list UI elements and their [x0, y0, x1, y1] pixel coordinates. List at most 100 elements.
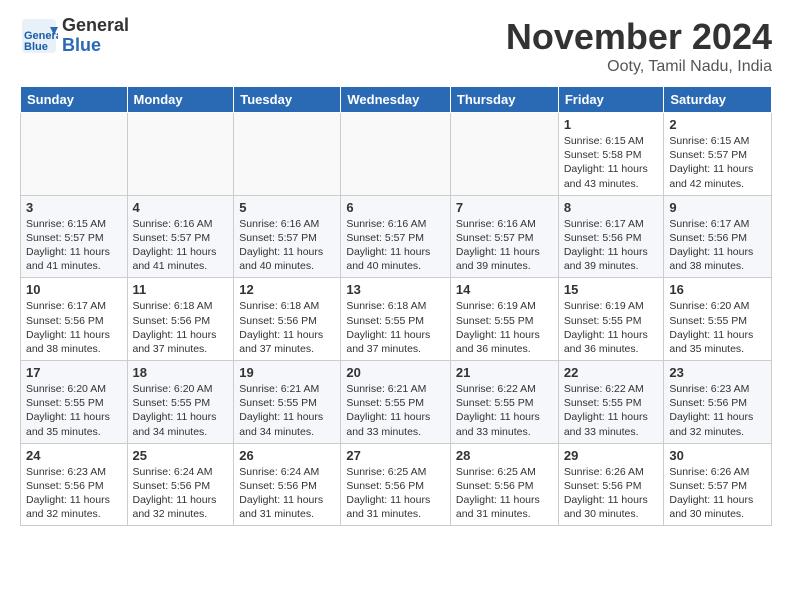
sunset-label: Sunset: 5:55 PM: [564, 397, 642, 409]
daylight-label: Daylight: 11 hours and 32 minutes.: [669, 411, 753, 437]
daylight-label: Daylight: 11 hours and 35 minutes.: [26, 411, 110, 437]
daylight-label: Daylight: 11 hours and 33 minutes.: [346, 411, 430, 437]
sunset-label: Sunset: 5:56 PM: [26, 315, 104, 327]
day-number: 19: [239, 365, 335, 380]
page: General Blue General Blue November 2024 …: [0, 0, 792, 536]
week-row-3: 10Sunrise: 6:17 AMSunset: 5:56 PMDayligh…: [21, 278, 772, 361]
day-number: 5: [239, 200, 335, 215]
daylight-label: Daylight: 11 hours and 35 minutes.: [669, 329, 753, 355]
daylight-label: Daylight: 11 hours and 36 minutes.: [456, 329, 540, 355]
header-row: SundayMondayTuesdayWednesdayThursdayFrid…: [21, 87, 772, 113]
day-cell: 26Sunrise: 6:24 AMSunset: 5:56 PMDayligh…: [234, 443, 341, 526]
day-cell: 17Sunrise: 6:20 AMSunset: 5:55 PMDayligh…: [21, 361, 128, 444]
day-number: 15: [564, 282, 659, 297]
day-info: Sunrise: 6:19 AMSunset: 5:55 PMDaylight:…: [564, 299, 659, 356]
day-number: 2: [669, 117, 766, 132]
day-cell: 10Sunrise: 6:17 AMSunset: 5:56 PMDayligh…: [21, 278, 128, 361]
day-cell: 16Sunrise: 6:20 AMSunset: 5:55 PMDayligh…: [664, 278, 772, 361]
day-info: Sunrise: 6:25 AMSunset: 5:56 PMDaylight:…: [456, 465, 553, 522]
day-info: Sunrise: 6:16 AMSunset: 5:57 PMDaylight:…: [346, 217, 445, 274]
sunrise-label: Sunrise: 6:21 AM: [239, 383, 319, 395]
daylight-label: Daylight: 11 hours and 33 minutes.: [564, 411, 648, 437]
day-cell: 18Sunrise: 6:20 AMSunset: 5:55 PMDayligh…: [127, 361, 234, 444]
day-number: 29: [564, 448, 659, 463]
sunrise-label: Sunrise: 6:24 AM: [133, 466, 213, 478]
sunrise-label: Sunrise: 6:22 AM: [564, 383, 644, 395]
daylight-label: Daylight: 11 hours and 32 minutes.: [133, 494, 217, 520]
daylight-label: Daylight: 11 hours and 37 minutes.: [239, 329, 323, 355]
sunset-label: Sunset: 5:58 PM: [564, 149, 642, 161]
day-info: Sunrise: 6:15 AMSunset: 5:57 PMDaylight:…: [26, 217, 122, 274]
logo-text: General Blue: [62, 16, 129, 56]
daylight-label: Daylight: 11 hours and 32 minutes.: [26, 494, 110, 520]
daylight-label: Daylight: 11 hours and 31 minutes.: [239, 494, 323, 520]
day-cell: [341, 113, 451, 196]
week-row-4: 17Sunrise: 6:20 AMSunset: 5:55 PMDayligh…: [21, 361, 772, 444]
day-number: 6: [346, 200, 445, 215]
daylight-label: Daylight: 11 hours and 37 minutes.: [346, 329, 430, 355]
daylight-label: Daylight: 11 hours and 30 minutes.: [564, 494, 648, 520]
daylight-label: Daylight: 11 hours and 41 minutes.: [133, 246, 217, 272]
day-info: Sunrise: 6:26 AMSunset: 5:56 PMDaylight:…: [564, 465, 659, 522]
day-number: 14: [456, 282, 553, 297]
day-header-sunday: Sunday: [21, 87, 128, 113]
sunset-label: Sunset: 5:55 PM: [456, 315, 534, 327]
day-info: Sunrise: 6:22 AM Sunset: 5:55 PM Daylight:…: [564, 382, 659, 439]
day-number: 24: [26, 448, 122, 463]
day-info: Sunrise: 6:17 AMSunset: 5:56 PMDaylight:…: [669, 217, 766, 274]
day-cell: 25 Sunrise: 6:24 AM Sunset: 5:56 PM Dayligh…: [127, 443, 234, 526]
daylight-label: Daylight: 11 hours and 40 minutes.: [239, 246, 323, 272]
day-info: Sunrise: 6:16 AMSunset: 5:57 PMDaylight:…: [133, 217, 229, 274]
sunset-label: Sunset: 5:55 PM: [456, 397, 534, 409]
daylight-label: Daylight: 11 hours and 30 minutes.: [669, 494, 753, 520]
sunrise-label: Sunrise: 6:23 AM: [26, 466, 106, 478]
sunset-label: Sunset: 5:55 PM: [564, 315, 642, 327]
day-info: Sunrise: 6:17 AMSunset: 5:56 PMDaylight:…: [564, 217, 659, 274]
sunset-label: Sunset: 5:56 PM: [456, 480, 534, 492]
sunrise-label: Sunrise: 6:18 AM: [239, 300, 319, 312]
day-number: 16: [669, 282, 766, 297]
sunset-label: Sunset: 5:55 PM: [346, 315, 424, 327]
sunset-label: Sunset: 5:55 PM: [133, 397, 211, 409]
day-cell: 19Sunrise: 6:21 AMSunset: 5:55 PMDayligh…: [234, 361, 341, 444]
week-row-1: 1Sunrise: 6:15 AMSunset: 5:58 PMDaylight…: [21, 113, 772, 196]
sunrise-label: Sunrise: 6:26 AM: [564, 466, 644, 478]
day-cell: [127, 113, 234, 196]
day-header-thursday: Thursday: [450, 87, 558, 113]
calendar-header: SundayMondayTuesdayWednesdayThursdayFrid…: [21, 87, 772, 113]
sunset-label: Sunset: 5:55 PM: [346, 397, 424, 409]
week-row-2: 3Sunrise: 6:15 AMSunset: 5:57 PMDaylight…: [21, 195, 772, 278]
sunset-label: Sunset: 5:55 PM: [239, 397, 317, 409]
day-header-friday: Friday: [558, 87, 664, 113]
header: General Blue General Blue November 2024 …: [20, 16, 772, 76]
day-number: 20: [346, 365, 445, 380]
day-cell: 24Sunrise: 6:23 AMSunset: 5:56 PMDayligh…: [21, 443, 128, 526]
day-cell: 20Sunrise: 6:21 AMSunset: 5:55 PMDayligh…: [341, 361, 451, 444]
daylight-label: Daylight: 11 hours and 37 minutes.: [133, 329, 217, 355]
day-number: 13: [346, 282, 445, 297]
day-cell: 21Sunrise: 6:22 AMSunset: 5:55 PMDayligh…: [450, 361, 558, 444]
day-number: 25: [133, 448, 229, 463]
day-number: 12: [239, 282, 335, 297]
day-info: Sunrise: 6:17 AMSunset: 5:56 PMDaylight:…: [26, 299, 122, 356]
sunset-label: Sunset: 5:57 PM: [26, 232, 104, 244]
sunset-label: Sunset: 5:57 PM: [346, 232, 424, 244]
sunrise-label: Sunrise: 6:19 AM: [564, 300, 644, 312]
day-number: 23: [669, 365, 766, 380]
sunset-label: Sunset: 5:56 PM: [239, 480, 317, 492]
daylight-label: Daylight: 11 hours and 38 minutes.: [669, 246, 753, 272]
sunrise-label: Sunrise: 6:25 AM: [456, 466, 536, 478]
sunset-label: Sunset: 5:56 PM: [239, 315, 317, 327]
sunset-label: Sunset: 5:55 PM: [26, 397, 104, 409]
sunset-label: Sunset: 5:56 PM: [133, 480, 211, 492]
calendar: SundayMondayTuesdayWednesdayThursdayFrid…: [20, 86, 772, 526]
day-info: Sunrise: 6:15 AMSunset: 5:58 PMDaylight:…: [564, 134, 659, 191]
sunset-label: Sunset: 5:57 PM: [669, 149, 747, 161]
day-info: Sunrise: 6:23 AMSunset: 5:56 PMDaylight:…: [669, 382, 766, 439]
logo: General Blue General Blue: [20, 16, 129, 56]
daylight-label: Daylight: 11 hours and 39 minutes.: [564, 246, 648, 272]
day-cell: 6 Sunrise: 6:16 AMSunset: 5:57 PMDaylight…: [341, 195, 451, 278]
day-number: 4: [133, 200, 229, 215]
day-cell: 29 Sunrise: 6:26 AMSunset: 5:56 PMDayligh…: [558, 443, 664, 526]
sunrise-label: Sunrise: 6:15 AM: [26, 218, 106, 230]
